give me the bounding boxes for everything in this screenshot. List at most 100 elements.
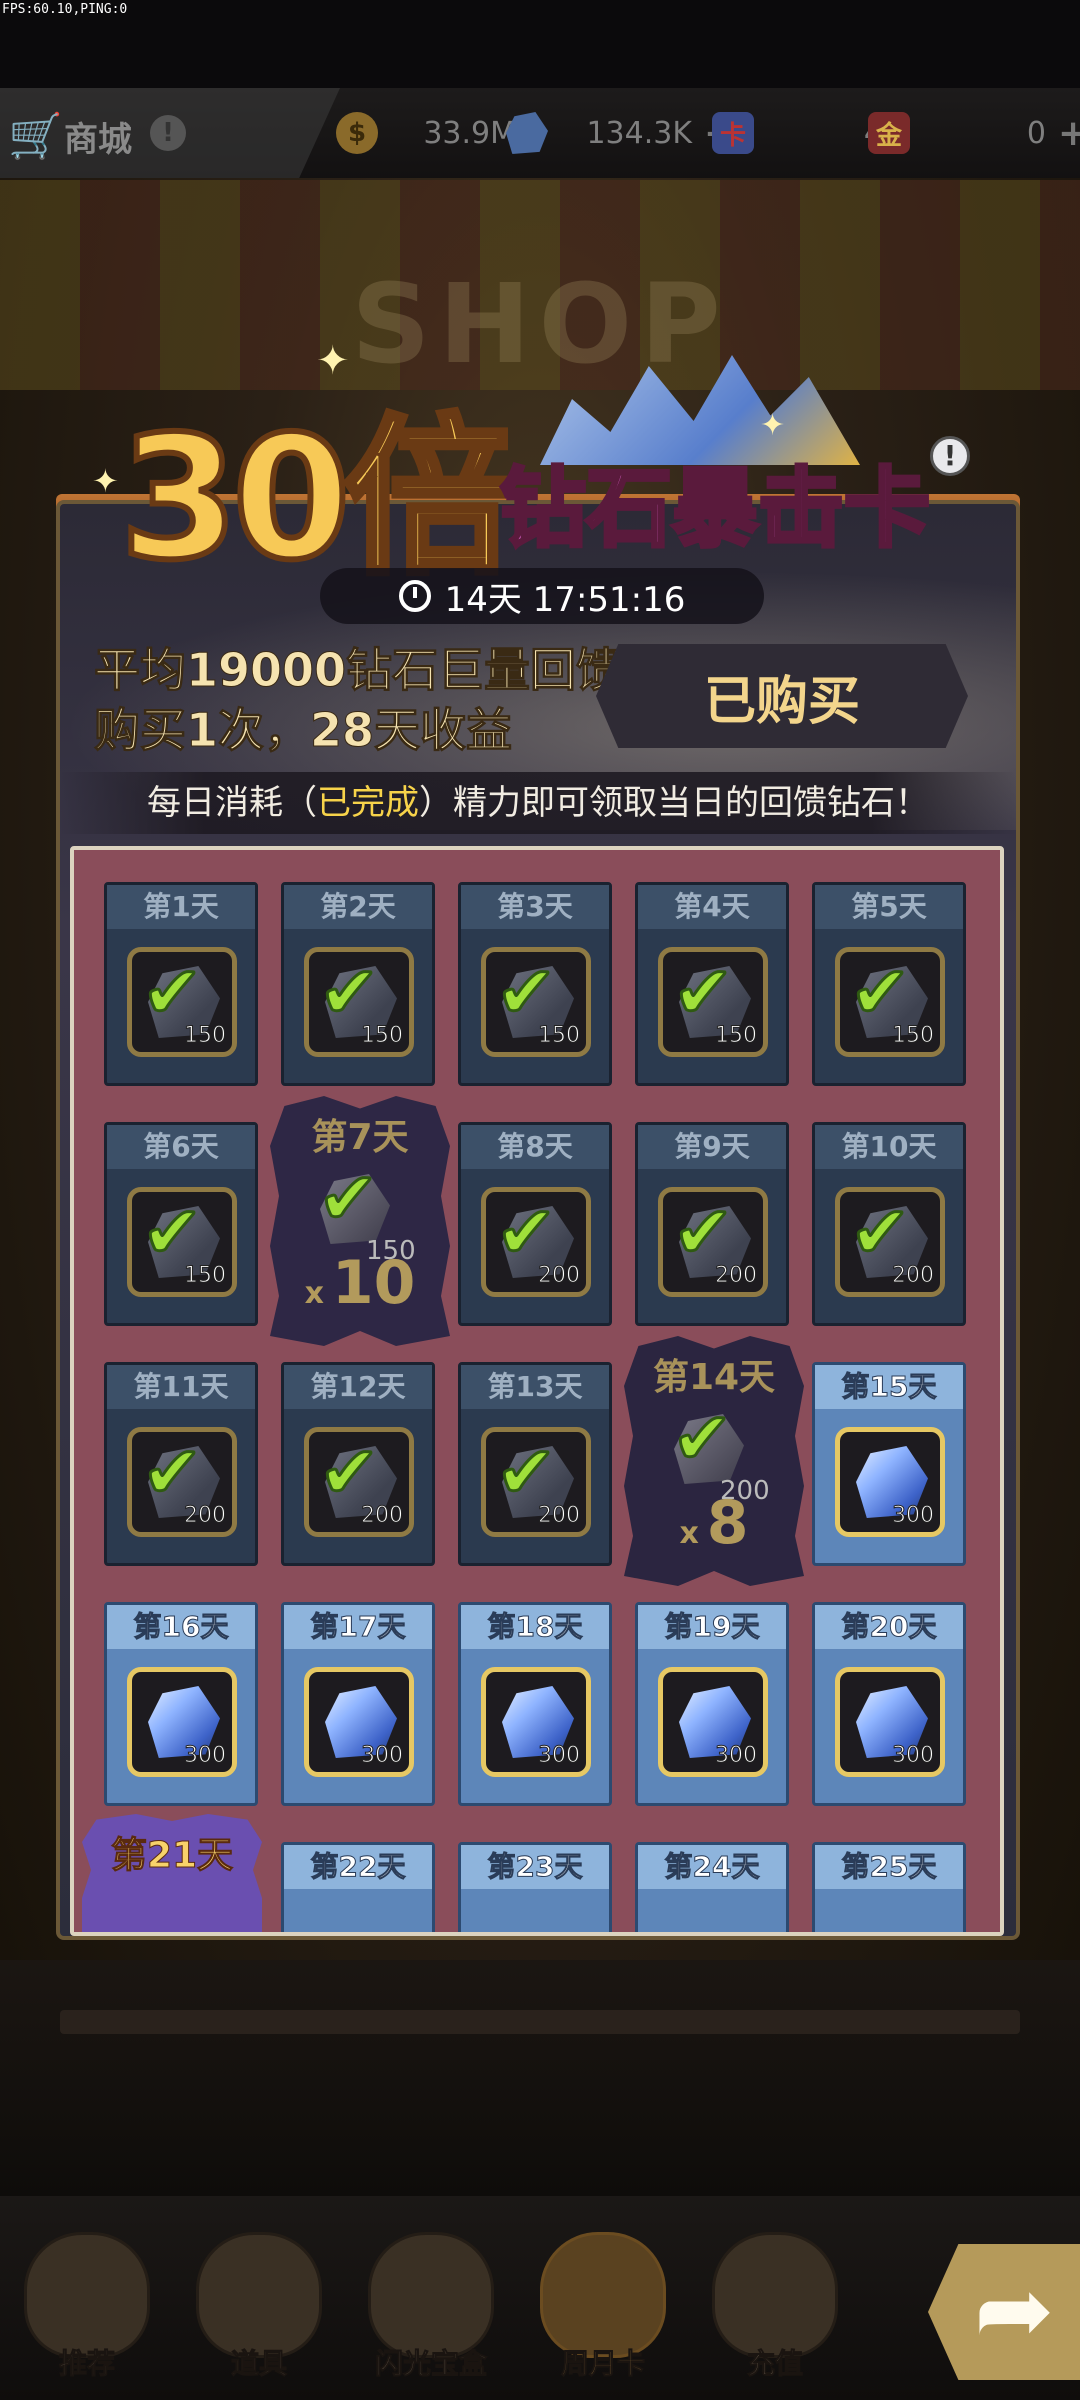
day-label: 第17天 [284, 1605, 432, 1649]
nav-label: 周月卡 [560, 2347, 645, 2381]
checkmark-icon: ✔ [848, 1190, 911, 1274]
daily-notice: 每日消耗（已完成）精力即可领取当日的回馈钻石！ [60, 772, 1016, 834]
day-label: 第25天 [815, 1845, 963, 1889]
day-label: 第10天 [815, 1125, 963, 1169]
day-cell[interactable]: 第4天 ✔ 150 [635, 882, 789, 1086]
bonus-multiplier: x8 [624, 1488, 804, 1558]
ticket-icon: 卡 [712, 112, 754, 154]
share-button[interactable]: ➦ [928, 2244, 1080, 2380]
help-icon[interactable]: ! [150, 115, 186, 151]
reward-amount: 150 [715, 1023, 758, 1049]
day-label: 第22天 [284, 1845, 432, 1889]
day-cell[interactable]: 第24天 [635, 1842, 789, 1932]
sparkle-icon: ✦ [92, 462, 119, 500]
nav-label: 推荐 [58, 2347, 115, 2381]
day-label: 第9天 [638, 1125, 786, 1169]
day-cell[interactable]: 第11天 ✔ 200 [104, 1362, 258, 1566]
day-cell[interactable]: 第18天 300 [458, 1602, 612, 1806]
day-cell[interactable]: 第16天 300 [104, 1602, 258, 1806]
checkmark-icon: ✔ [670, 1396, 733, 1480]
day-cell[interactable]: 第6天 ✔ 150 [104, 1122, 258, 1326]
day-label: 第11天 [107, 1365, 255, 1409]
day-cell[interactable]: 第12天 ✔ 200 [281, 1362, 435, 1566]
daily-reward-grid[interactable]: 第1天 ✔ 150 第2天 ✔ 150 第3天 ✔ 150 第4天 ✔ 150 第5天 … [70, 846, 1004, 1936]
nav-items[interactable]: 道具 [184, 2224, 334, 2394]
bonus-day-cell[interactable]: 第21天 [82, 1814, 262, 1932]
checkmark-icon: ✔ [671, 1190, 734, 1274]
share-arrow-icon: ➦ [974, 2254, 1055, 2366]
timer-text: 14天 17:51:16 [444, 579, 686, 620]
nav-flash-box[interactable]: 闪光宝盒 [356, 2224, 506, 2394]
recharge-icon [712, 2232, 838, 2358]
bottom-navigation: 推荐 道具 闪光宝盒 周月卡 充值 [0, 2196, 1080, 2400]
reward-amount: 300 [538, 1743, 581, 1769]
gold-resource: $ 33.9M [336, 108, 516, 158]
day-cell[interactable]: 第5天 ✔ 150 [812, 882, 966, 1086]
shop-tab[interactable]: 🛒 商城 ! [0, 88, 340, 178]
add-gold-card-button[interactable]: + [1058, 113, 1080, 154]
gold-card-icon: 金 [868, 112, 910, 154]
nav-weekly-monthly-card[interactable]: 周月卡 [528, 2224, 678, 2394]
clock-icon [398, 580, 431, 612]
countdown-timer: 14天 17:51:16 [320, 568, 764, 624]
day-cell[interactable]: 第10天 ✔ 200 [812, 1122, 966, 1326]
notice-after: ）精力即可领取当日的回馈钻石！ [419, 783, 929, 823]
reward-slot: ✔ 200 [127, 1427, 237, 1537]
notice-status: 已完成 [317, 783, 419, 823]
bonus-day-cell[interactable]: 第7天 ✔ 150 x 10 [270, 1096, 450, 1346]
reward-amount: 300 [184, 1743, 227, 1769]
reward-amount: 200 [184, 1503, 227, 1529]
day-cell[interactable]: 第23天 [458, 1842, 612, 1932]
reward-slot: 300 [127, 1667, 237, 1777]
reward-amount: 200 [715, 1263, 758, 1289]
gold-card-value: 0 [1026, 115, 1046, 151]
day-label: 第15天 [815, 1365, 963, 1409]
nav-recommend[interactable]: 推荐 [12, 2224, 162, 2394]
checkmark-icon: ✔ [316, 1156, 379, 1240]
day-label: 第20天 [815, 1605, 963, 1649]
shop-sign-decoration: SHOP [351, 260, 729, 388]
info-icon[interactable]: ! [930, 436, 970, 476]
day-cell[interactable]: 第2天 ✔ 150 [281, 882, 435, 1086]
purchased-button[interactable]: 已购买 [596, 644, 968, 748]
card-title: 30倍 钻石暴击卡 [117, 360, 980, 601]
reward-slot: ✔ 200 [481, 1187, 591, 1297]
day-cell[interactable]: 第8天 ✔ 200 [458, 1122, 612, 1326]
checkmark-icon: ✔ [140, 1190, 203, 1274]
nav-recharge[interactable]: 充值 [700, 2224, 850, 2394]
diamond-icon [506, 112, 548, 154]
day-label: 第16天 [107, 1605, 255, 1649]
reward-amount: 150 [892, 1023, 935, 1049]
day-cell[interactable]: 第25天 [812, 1842, 966, 1932]
card-icon [540, 2232, 666, 2358]
day-cell[interactable]: 第9天 ✔ 200 [635, 1122, 789, 1326]
reward-amount: 200 [361, 1503, 404, 1529]
reward-amount: 200 [538, 1263, 581, 1289]
nav-label: 充值 [746, 2347, 803, 2381]
diamond-resource: 134.3K + [506, 108, 734, 158]
promo-text-1: 平均19000钻石巨量回馈 [93, 643, 623, 698]
day-cell[interactable]: 第1天 ✔ 150 [104, 882, 258, 1086]
day-cell[interactable]: 第20天 300 [812, 1602, 966, 1806]
day-label: 第18天 [461, 1605, 609, 1649]
reward-slot: 300 [835, 1427, 945, 1537]
day-cell[interactable]: 第15天 300 [812, 1362, 966, 1566]
bonus-day-cell[interactable]: 第14天 ✔ 200 x8 [624, 1336, 804, 1586]
day-label: 第13天 [461, 1365, 609, 1409]
reward-amount: 300 [715, 1743, 758, 1769]
day-cell[interactable]: 第19天 300 [635, 1602, 789, 1806]
day-cell[interactable]: 第13天 ✔ 200 [458, 1362, 612, 1566]
day-cell[interactable]: 第22天 [281, 1842, 435, 1932]
checkmark-icon: ✔ [140, 950, 203, 1034]
day-cell[interactable]: 第3天 ✔ 150 [458, 882, 612, 1086]
reward-amount: 150 [184, 1263, 227, 1289]
sparkle-icon: ✦ [316, 338, 350, 384]
checkmark-icon: ✔ [848, 950, 911, 1034]
reward-amount: 200 [892, 1263, 935, 1289]
day-cell[interactable]: 第17天 300 [281, 1602, 435, 1806]
reward-slot: 300 [658, 1667, 768, 1777]
reward-slot: 300 [835, 1667, 945, 1777]
reward-amount: 300 [892, 1743, 935, 1769]
reward-slot: 300 [481, 1667, 591, 1777]
multiplier-value: 10 [331, 1248, 416, 1318]
